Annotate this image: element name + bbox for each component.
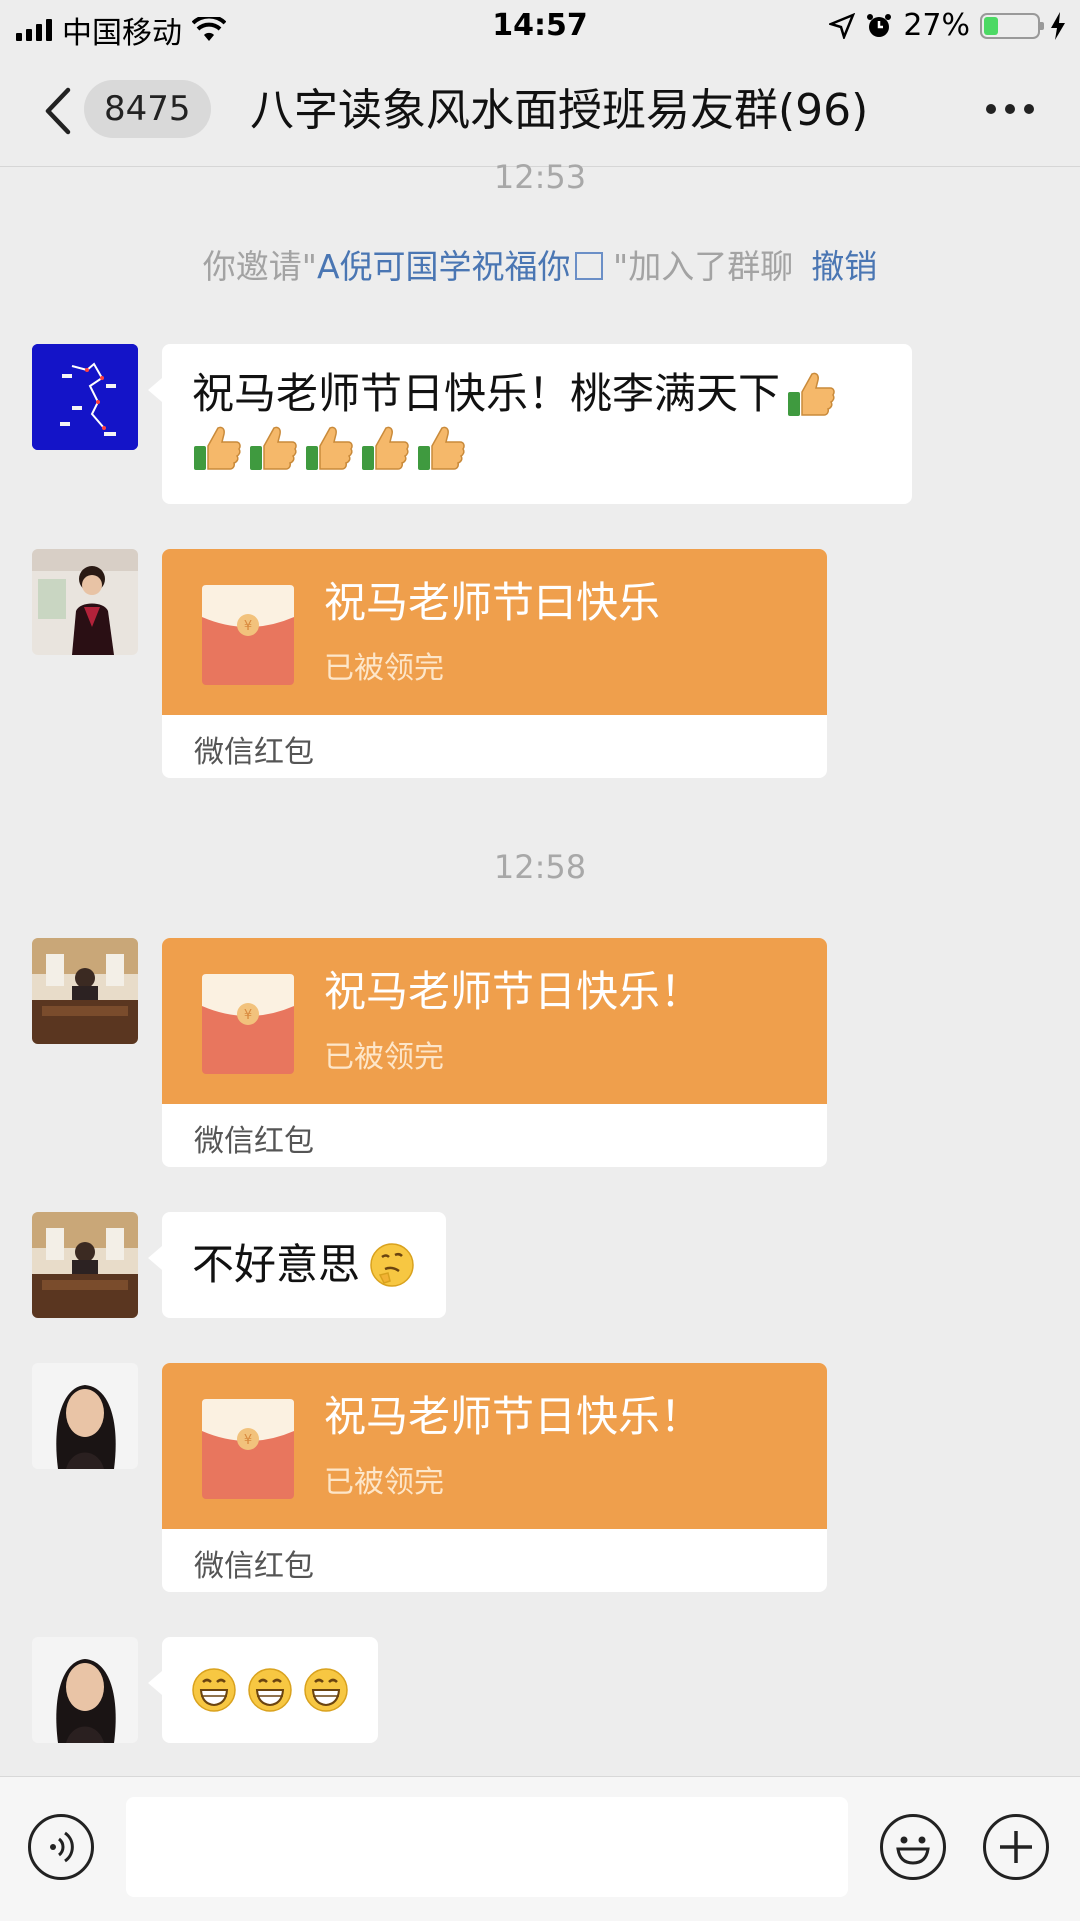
status-bar: 中国移动 14:57 27% (0, 0, 1080, 56)
red-packet-icon: ¥ (202, 585, 294, 685)
location-icon (829, 12, 856, 39)
thinking-face-icon (370, 1243, 414, 1287)
thumbs-up-icon (194, 426, 241, 470)
charging-icon (1051, 11, 1065, 40)
avatar-photo (32, 1212, 138, 1318)
thumbs-up-icon (250, 426, 297, 470)
red-packet-title: 祝马老师节日快乐！ (324, 1392, 703, 1441)
timestamp: 12:58 (493, 848, 587, 886)
status-right: 27% (829, 8, 1066, 43)
red-packet-card[interactable]: ¥ 祝马老师节日快乐！ 已被领完 微信红包 (162, 938, 827, 1167)
grinning-face-icon (248, 1668, 292, 1712)
message-bubble[interactable]: 不好意思 (147, 1212, 447, 1318)
timestamp: 12:53 (493, 158, 587, 196)
grinning-face-icon (304, 1668, 348, 1712)
avatar-photo (32, 549, 138, 655)
avatar[interactable] (32, 1637, 138, 1743)
unread-count-badge[interactable]: 8475 (84, 80, 211, 138)
avatar[interactable] (32, 549, 138, 655)
red-packet-status: 已被领完 (324, 1465, 444, 1500)
avatar-photo (32, 938, 138, 1044)
emoji-icon[interactable] (880, 1814, 946, 1880)
thumbs-up-row (192, 424, 882, 472)
red-packet-title: 祝马老师节曰快乐 (324, 578, 661, 627)
avatar[interactable] (32, 938, 138, 1044)
red-packet-card[interactable]: ¥ 祝马老师节曰快乐 已被领完 微信红包 (162, 549, 827, 778)
svg-text:¥: ¥ (244, 1433, 252, 1448)
avatar[interactable] (32, 344, 138, 450)
chat-title: 八字读象风水面授班易友群(96) (250, 85, 869, 136)
alarm-icon (867, 13, 892, 37)
more-icon[interactable] (986, 98, 1036, 120)
thumbs-up-icon (788, 372, 835, 416)
system-message-suffix: "加入了群聊 (602, 247, 794, 286)
thumbs-up-icon (362, 426, 409, 470)
nav-bar: 8475 八字读象风水面授班易友群(96) (0, 56, 1080, 167)
input-bar (0, 1776, 1080, 1921)
avatar-photo (32, 1363, 138, 1469)
red-packet-label: 微信红包 (194, 1124, 314, 1159)
red-packet-status: 已被领完 (324, 1040, 444, 1075)
red-packet-status: 已被领完 (324, 651, 444, 686)
message-text: 不好意思 (192, 1240, 361, 1289)
svg-text:¥: ¥ (244, 1008, 252, 1023)
message-bubble[interactable] (148, 1637, 378, 1743)
avatar-map-image (32, 344, 138, 450)
battery-icon (980, 12, 1044, 39)
avatar[interactable] (32, 1363, 138, 1469)
red-packet-title: 祝马老师节日快乐！ (324, 967, 703, 1016)
system-message: 你邀请"A倪可国学祝福你 "加入了群聊 撤销 (0, 240, 1080, 288)
undo-link[interactable]: 撤销 (811, 247, 877, 286)
svg-text:¥: ¥ (244, 619, 252, 634)
plus-icon[interactable] (983, 1814, 1049, 1880)
red-packet-label: 微信红包 (194, 735, 314, 770)
red-packet-card[interactable]: ¥ 祝马老师节日快乐！ 已被领完 微信红包 (162, 1363, 827, 1592)
avatar-photo (32, 1637, 138, 1743)
red-packet-label: 微信红包 (194, 1549, 314, 1584)
back-icon[interactable] (38, 86, 78, 136)
grinning-face-icon (192, 1668, 236, 1712)
thumbs-up-icon (306, 426, 353, 470)
red-packet-icon: ¥ (202, 1399, 294, 1499)
avatar[interactable] (32, 1212, 138, 1318)
message-bubble[interactable]: 祝马老师节日快乐！桃李满天下 (148, 344, 912, 504)
invited-user-link[interactable]: A倪可国学祝福你 (317, 247, 571, 286)
red-packet-icon: ¥ (202, 974, 294, 1074)
message-input[interactable] (126, 1797, 848, 1897)
message-text: 祝马老师节日快乐！桃李满天下 (192, 369, 781, 418)
battery-percent: 27% (903, 8, 970, 43)
voice-icon[interactable] (28, 1814, 94, 1880)
thumbs-up-icon (418, 426, 465, 470)
system-message-prefix: 你邀请" (202, 247, 317, 286)
checkbox-glyph (574, 252, 603, 280)
